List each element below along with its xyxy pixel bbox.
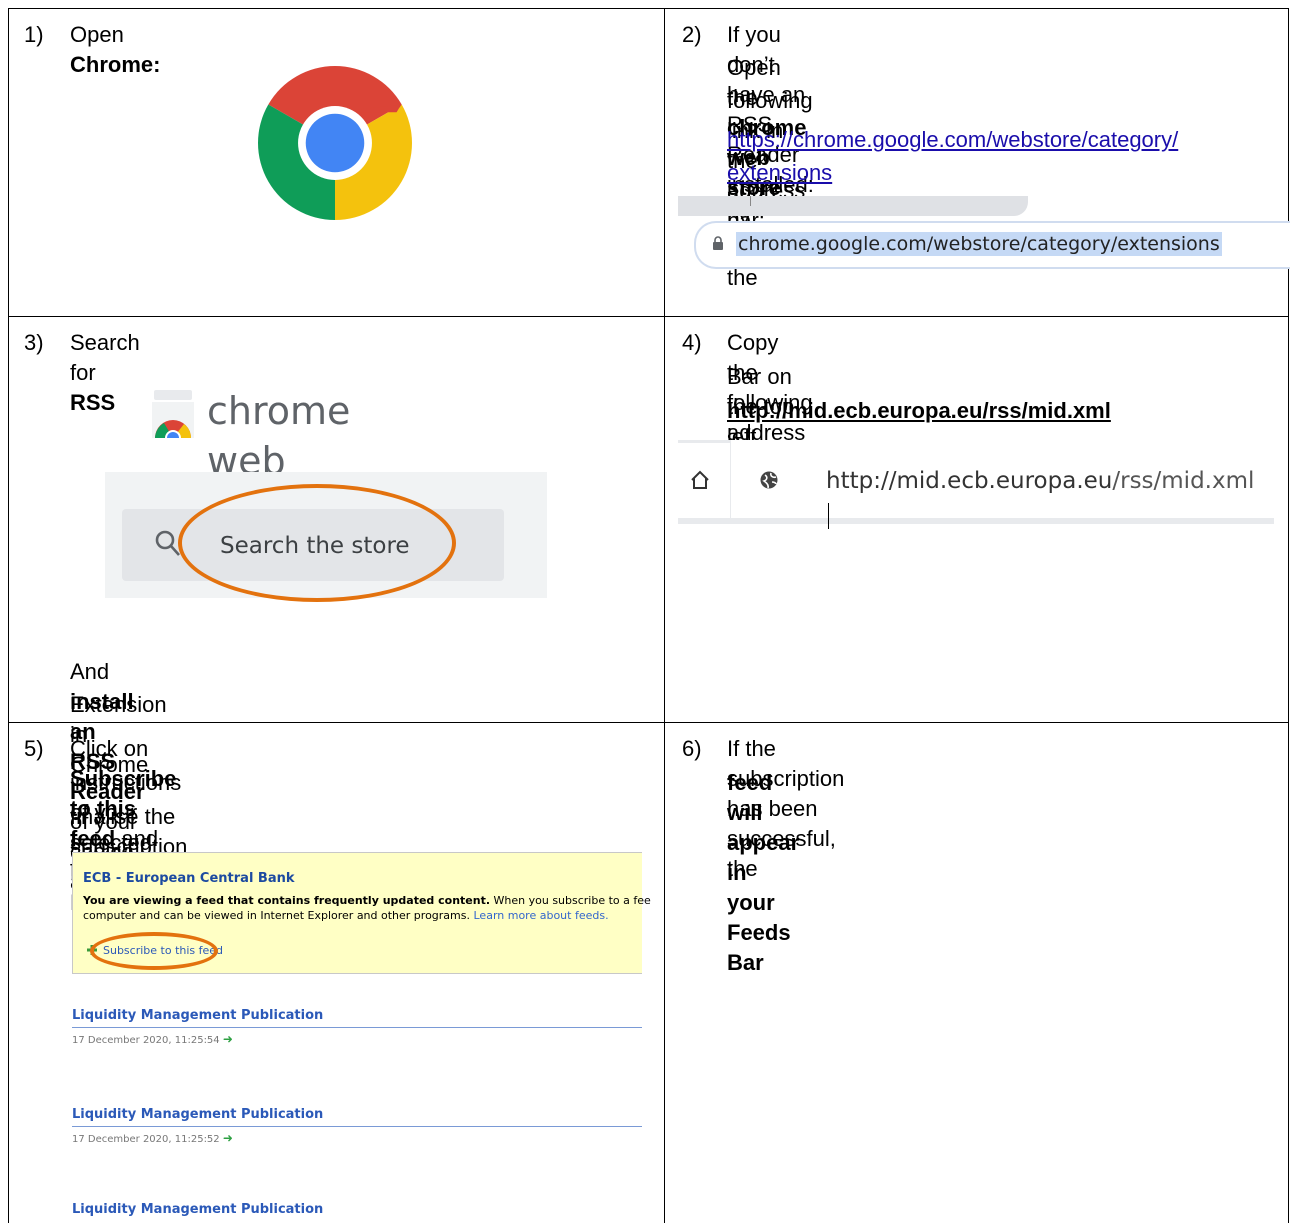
feed-item-date-text: 17 December 2020, 11:25:54 <box>72 1035 220 1046</box>
feed-item-title[interactable]: Liquidity Management Publication <box>72 1106 642 1124</box>
feed-description-bold: You are viewing a feed that contains fre… <box>83 894 491 907</box>
arrow-right-icon[interactable]: ➜ <box>223 1032 233 1046</box>
rss-feed-link[interactable]: http://mid.ecb.europa.eu/rss/mid.xml <box>727 398 1111 423</box>
step-3-prefix: Search for <box>70 330 140 385</box>
step-1-prefix: Open <box>70 22 124 47</box>
step-3-after-pre: And <box>70 659 110 684</box>
step-1-text: Open Chrome: <box>70 20 160 80</box>
step-6-line-2: feed will appear in your Feeds Bar <box>727 768 799 978</box>
chrome-logo-icon <box>258 66 412 220</box>
feed-description-line-2: computer and can be viewed in Internet E… <box>83 909 470 922</box>
address-bar-url: http://mid.ecb.europa.eu/rss/mid.xml <box>826 464 1254 532</box>
feed-list-item[interactable]: Liquidity Management Publication <box>72 1201 642 1219</box>
webstore-link[interactable]: https://chrome.google.com/webstore/categ… <box>727 127 1178 152</box>
step-number: 6) <box>682 736 702 761</box>
address-bar-url: chrome.google.com/webstore/category/exte… <box>736 232 1222 256</box>
step-4-line-3: http://mid.ecb.europa.eu/rss/mid.xml <box>727 396 1111 426</box>
step-number: 3) <box>24 330 44 355</box>
arrow-right-icon[interactable]: ➜ <box>223 1131 233 1145</box>
table-border-right <box>1288 8 1289 1223</box>
feed-title: ECB - European Central Bank <box>83 871 295 886</box>
step-number: 2) <box>682 22 702 47</box>
url-host: http://mid.ecb.europa.eu <box>826 468 1113 494</box>
feed-list-item[interactable]: Liquidity Management Publication 17 Dece… <box>72 1106 642 1147</box>
step-number: 1) <box>24 22 44 47</box>
url-path: /rss/mid.xml <box>1112 468 1255 494</box>
webstore-link-continued[interactable]: extensions <box>727 160 832 185</box>
feed-description: You are viewing a feed that contains fre… <box>83 893 651 923</box>
step-5-pre: Click on <box>70 736 149 761</box>
table-border-middle <box>664 8 665 1223</box>
feed-item-divider <box>72 1027 642 1028</box>
feed-list-item[interactable]: Liquidity Management Publication 17 Dece… <box>72 1007 642 1048</box>
feed-item-title[interactable]: Liquidity Management Publication <box>72 1007 642 1025</box>
feed-item-date: 17 December 2020, 11:25:52 ➜ <box>72 1131 642 1147</box>
search-icon <box>155 530 180 556</box>
step-1-bold: Chrome: <box>70 52 161 77</box>
learn-more-link[interactable]: Learn more about feeds. <box>474 909 609 922</box>
highlight-ellipse <box>178 484 456 602</box>
table-row-divider-1 <box>8 316 1289 317</box>
home-icon[interactable] <box>690 470 710 490</box>
webstore-link-line-1: https://chrome.google.com/webstore/categ… <box>727 125 1178 155</box>
address-bar[interactable]: chrome.google.com/webstore/category/exte… <box>694 221 1290 269</box>
step-number: 5) <box>24 736 44 761</box>
step-3-bold: RSS <box>70 390 116 415</box>
step-6-bold: feed will appear in your Feeds Bar <box>727 770 800 975</box>
step-3-text: Search for RSS <box>70 328 140 418</box>
browser-tab-strip <box>678 196 1028 216</box>
globe-icon <box>760 471 778 489</box>
step-number: 4) <box>682 330 702 355</box>
chrome-web-store-icon <box>152 390 194 438</box>
feed-item-date: 17 December 2020, 11:25:54 ➜ <box>72 1032 642 1048</box>
text-caret <box>828 502 829 529</box>
table-border-left <box>8 8 9 1223</box>
lock-icon <box>713 236 723 250</box>
feed-description-rest: When you subscribe to a feed, it is adde… <box>493 894 651 907</box>
table-row-divider-2 <box>8 722 1289 723</box>
feed-item-divider <box>72 1126 642 1127</box>
table-border-top <box>8 8 1289 9</box>
feed-item-title[interactable]: Liquidity Management Publication <box>72 1201 642 1219</box>
feed-item-date-text: 17 December 2020, 11:25:52 <box>72 1134 220 1145</box>
webstore-link-line-2: extensions <box>727 158 832 188</box>
highlight-ellipse <box>90 932 218 970</box>
